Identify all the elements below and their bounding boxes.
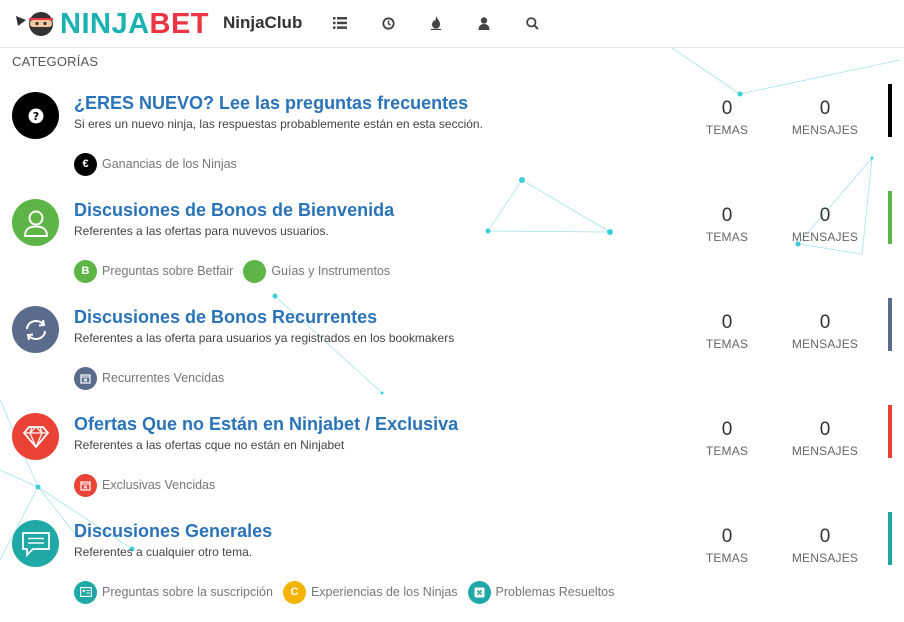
posts-stat: 0 MENSAJES <box>790 312 860 351</box>
topics-count: 0 <box>721 98 733 119</box>
topics-stat: 0 TEMAS <box>692 98 762 137</box>
posts-label: MENSAJES <box>791 551 859 565</box>
posts-count: 0 <box>819 205 831 226</box>
posts-stat: 0 MENSAJES <box>790 98 860 137</box>
category-title[interactable]: Ofertas Que no Están en Ninjabet / Exclu… <box>74 413 458 435</box>
top-navbar: NINJABET NinjaClub <box>0 0 904 48</box>
category-description: Referentes a las ofertas para nuvevos us… <box>74 224 329 238</box>
b-letter-icon: B <box>74 259 97 283</box>
user-outline-icon[interactable] <box>12 199 59 246</box>
subcategory-list: € Ganancias de los Ninjas <box>74 152 247 176</box>
topics-count: 0 <box>721 205 733 226</box>
category-title[interactable]: ¿ERES NUEVO? Lee las preguntas frecuente… <box>74 92 468 114</box>
subcategory-link[interactable]: C Experiencias de los Ninjas <box>282 580 458 604</box>
posts-count: 0 <box>819 526 831 547</box>
logo-ninja-text: NINJA <box>60 8 150 40</box>
posts-count: 0 <box>819 312 831 333</box>
calendar-x-icon <box>74 366 97 390</box>
topics-stat: 0 TEMAS <box>692 312 762 351</box>
topics-label: TEMAS <box>705 551 749 565</box>
topics-count: 0 <box>721 526 733 547</box>
topics-label: TEMAS <box>705 444 749 458</box>
subcategory-list: B Preguntas sobre Betfair Guías y Instru… <box>74 259 400 283</box>
category-description: Referentes a las oferta para usuarios ya… <box>74 331 455 345</box>
category-title[interactable]: Discusiones de Bonos Recurrentes <box>74 306 377 328</box>
subcategory-link[interactable]: Preguntas sobre la suscripción <box>74 580 273 604</box>
posts-label: MENSAJES <box>791 444 859 458</box>
category-row: Discusiones de Bonos Recurrentes Referen… <box>0 298 904 413</box>
refresh-icon[interactable] <box>12 306 59 353</box>
euro-icon: € <box>74 152 97 176</box>
c-letter-icon: C <box>282 580 306 604</box>
subcategory-list: Preguntas sobre la suscripción C Experie… <box>74 580 624 604</box>
logo-bet-text: BET <box>149 8 210 40</box>
posts-label: MENSAJES <box>791 230 859 244</box>
category-description: Referentes a cualquier otro tema. <box>74 545 253 559</box>
user-icon[interactable] <box>475 14 493 32</box>
topics-label: TEMAS <box>705 123 749 137</box>
list-icon[interactable] <box>331 14 349 32</box>
posts-count: 0 <box>819 419 831 440</box>
subcategory-label: Recurrentes Vencidas <box>102 371 225 385</box>
club-name[interactable]: NinjaClub <box>223 12 302 34</box>
category-description: Referentes a las ofertas cque no están e… <box>74 438 345 452</box>
subcategory-link[interactable]: € Ganancias de los Ninjas <box>74 152 237 176</box>
chat-icon[interactable] <box>12 520 59 567</box>
subcategory-list: Exclusivas Vencidas <box>74 473 225 497</box>
category-row: Ofertas Que no Están en Ninjabet / Exclu… <box>0 405 904 520</box>
topics-count: 0 <box>721 312 733 333</box>
dot-icon <box>243 259 267 283</box>
subcategory-label: Preguntas sobre Betfair <box>102 264 234 278</box>
category-color-bar <box>888 512 892 565</box>
posts-stat: 0 MENSAJES <box>790 205 860 244</box>
topics-stat: 0 TEMAS <box>692 419 762 458</box>
subcategory-label: Exclusivas Vencidas <box>102 478 216 492</box>
diamond-icon[interactable] <box>12 413 59 460</box>
category-title[interactable]: Discusiones de Bonos de Bienvenida <box>74 199 394 221</box>
calendar-x-icon <box>74 473 97 497</box>
subcategory-link[interactable]: Problemas Resueltos <box>467 580 615 604</box>
category-row: ? ¿ERES NUEVO? Lee las preguntas frecuen… <box>0 84 904 199</box>
id-card-icon <box>74 580 97 604</box>
topics-stat: 0 TEMAS <box>692 526 762 565</box>
posts-label: MENSAJES <box>791 337 859 351</box>
ninjabet-logo[interactable]: NINJABET <box>14 8 209 40</box>
subcategory-label: Guías y Instrumentos <box>271 264 391 278</box>
subcategory-link[interactable]: Guías y Instrumentos <box>243 259 391 283</box>
category-title[interactable]: Discusiones Generales <box>74 520 272 542</box>
ninja-mask-icon <box>14 10 60 38</box>
search-icon[interactable] <box>523 14 541 32</box>
category-color-bar <box>888 191 892 244</box>
category-color-bar <box>888 298 892 351</box>
subcategory-label: Experiencias de los Ninjas <box>310 585 458 599</box>
topics-label: TEMAS <box>705 230 749 244</box>
fire-icon[interactable] <box>427 14 445 32</box>
posts-stat: 0 MENSAJES <box>790 419 860 458</box>
posts-label: MENSAJES <box>791 123 859 137</box>
close-box-icon <box>467 580 491 604</box>
topics-label: TEMAS <box>705 337 749 351</box>
logo-text: NINJABET <box>60 8 209 40</box>
subcategory-link[interactable]: B Preguntas sobre Betfair <box>74 259 234 283</box>
subcategory-label: Preguntas sobre la suscripción <box>102 585 273 599</box>
question-icon[interactable]: ? <box>12 92 59 139</box>
section-title: CATEGORÍAS <box>12 54 99 69</box>
subcategory-label: Ganancias de los Ninjas <box>102 157 237 171</box>
subcategory-label: Problemas Resueltos <box>495 585 615 599</box>
category-color-bar <box>888 84 892 137</box>
subcategory-list: Recurrentes Vencidas <box>74 366 234 390</box>
topics-count: 0 <box>721 419 733 440</box>
subcategory-link[interactable]: Recurrentes Vencidas <box>74 366 225 390</box>
topics-stat: 0 TEMAS <box>692 205 762 244</box>
category-row: Discusiones de Bonos de Bienvenida Refer… <box>0 191 904 306</box>
svg-text:?: ? <box>32 110 38 123</box>
subcategory-link[interactable]: Exclusivas Vencidas <box>74 473 216 497</box>
category-description: Si eres un nuevo ninja, las respuestas p… <box>74 117 483 131</box>
posts-stat: 0 MENSAJES <box>790 526 860 565</box>
category-row: Discusiones Generales Referentes a cualq… <box>0 512 904 622</box>
clock-icon[interactable] <box>379 14 397 32</box>
posts-count: 0 <box>819 98 831 119</box>
category-color-bar <box>888 405 892 458</box>
